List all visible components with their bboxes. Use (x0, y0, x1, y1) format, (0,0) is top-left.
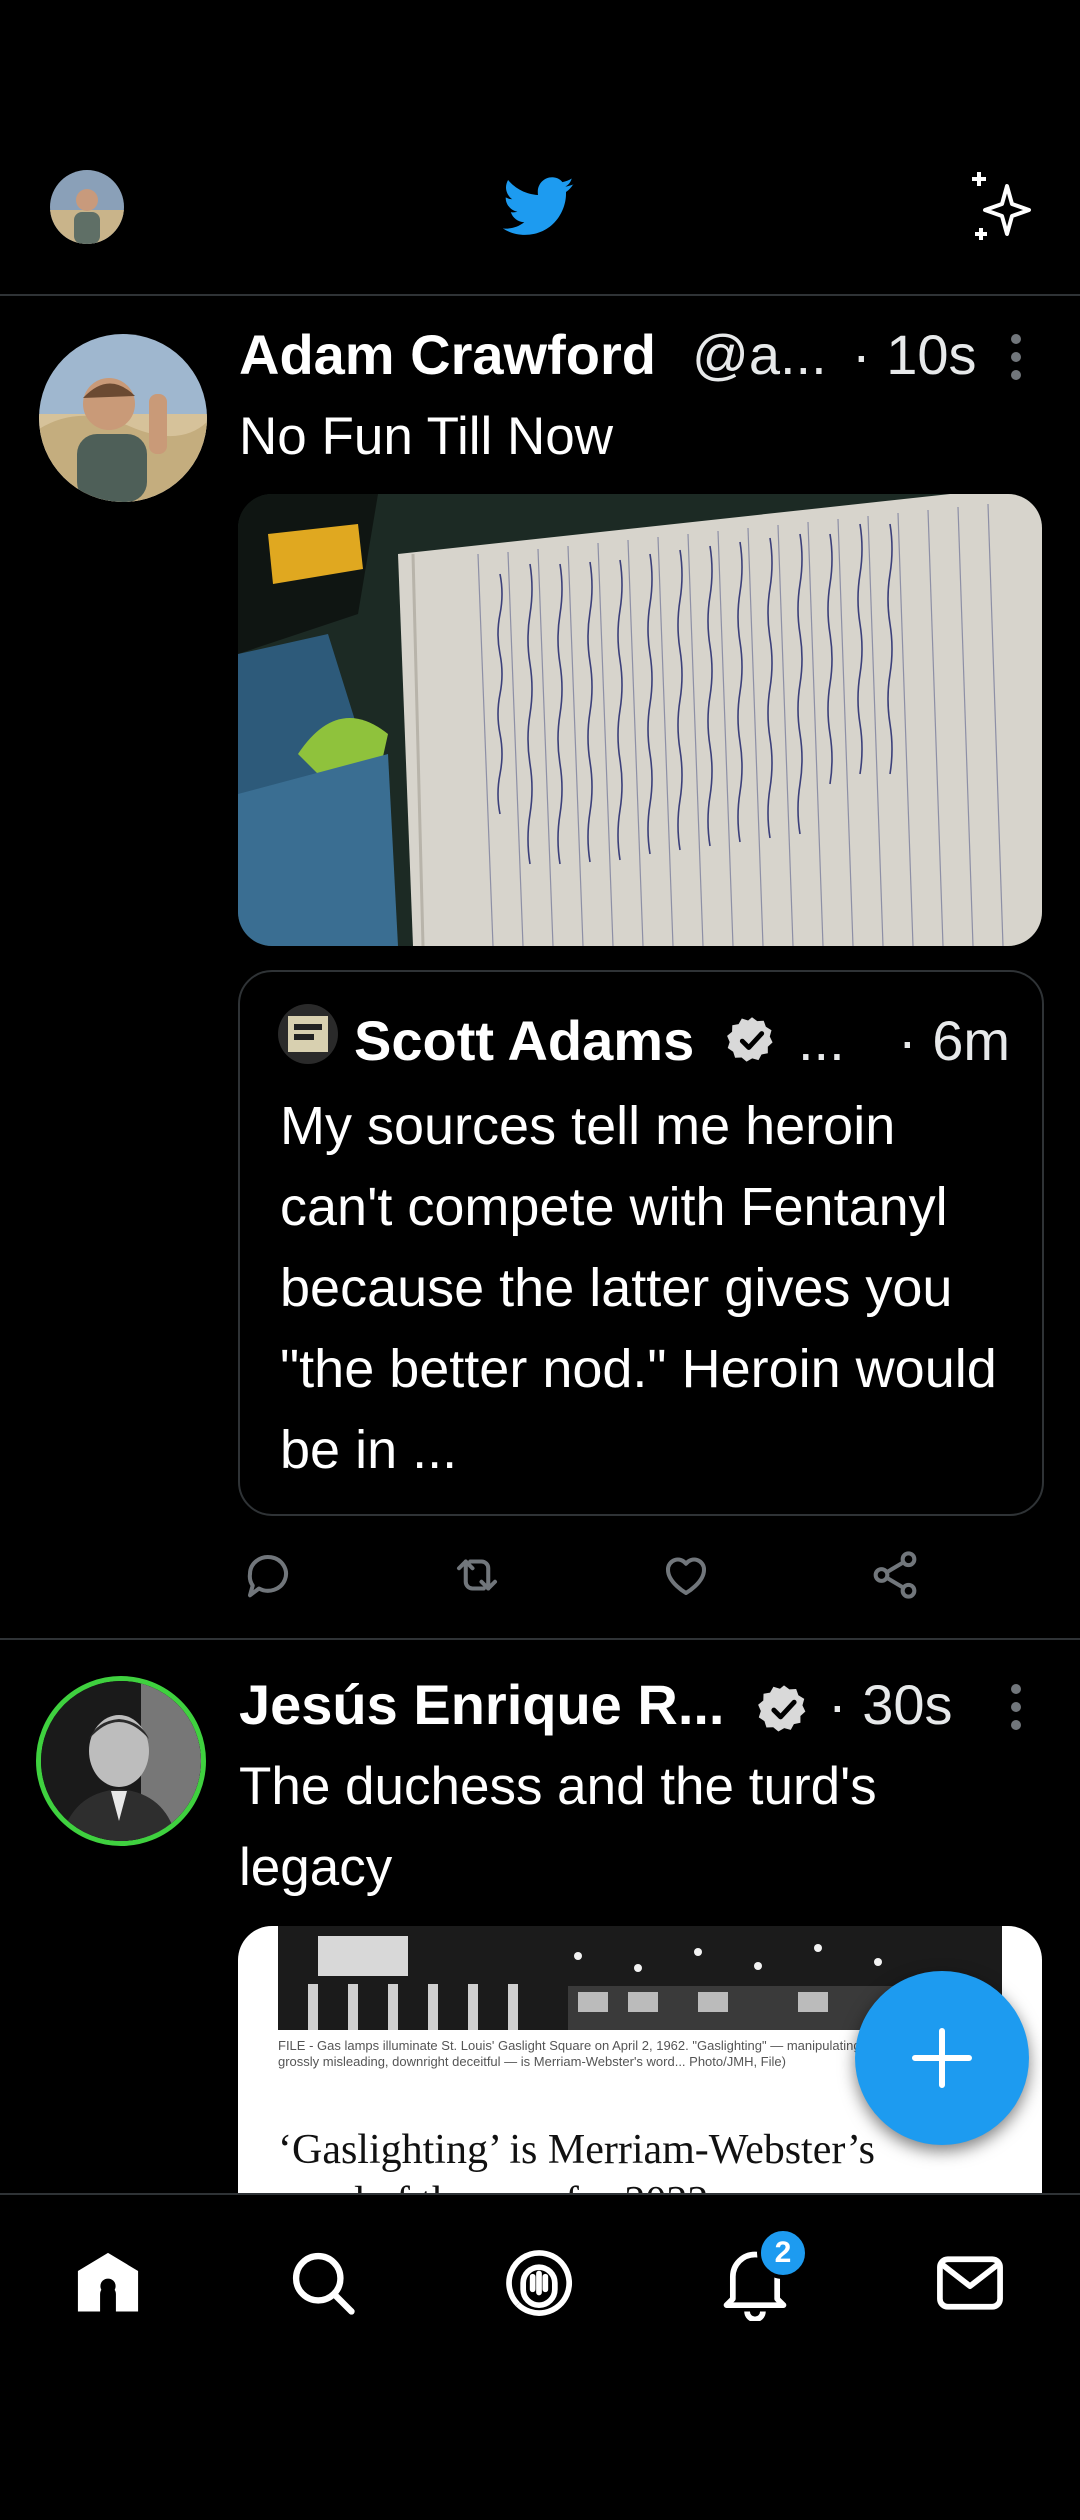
more-options-icon[interactable] (1009, 1682, 1023, 1732)
home-icon[interactable] (70, 2245, 146, 2321)
quoted-timestamp: · 6m (898, 1009, 1010, 1072)
verified-badge-icon (726, 1014, 778, 1066)
tweet-timestamp: · 10s (852, 323, 977, 386)
plus-icon (911, 2027, 973, 2089)
tweet-author-name[interactable]: Adam Crawford (239, 322, 656, 387)
profile-avatar[interactable] (50, 170, 124, 244)
quoted-author-avatar[interactable] (278, 1004, 338, 1064)
verified-badge-icon (757, 1682, 811, 1736)
tweet-author-avatar[interactable] (39, 334, 207, 502)
search-icon[interactable] (285, 2245, 361, 2321)
tweet-timestamp: · 30s (828, 1673, 953, 1736)
tweet-author-name[interactable]: Jesús Enrique R... (239, 1672, 725, 1737)
compose-tweet-button[interactable] (855, 1971, 1029, 2145)
sparkle-icon[interactable] (965, 168, 1041, 244)
quoted-tweet[interactable]: Scott Adams ... · 6m My sources tell me … (238, 970, 1044, 1516)
tweet-text-line: legacy (239, 1838, 393, 1897)
more-options-icon[interactable] (1009, 332, 1023, 382)
tweet-photo[interactable] (238, 494, 1042, 946)
tweet-author-avatar[interactable] (36, 1676, 206, 1846)
tweet-divider (0, 1638, 1080, 1640)
messages-icon[interactable] (932, 2245, 1008, 2321)
retweet-icon[interactable] (450, 1548, 504, 1602)
bottom-navigation: 2 (0, 2193, 1080, 2375)
quoted-author-handle[interactable]: ... (798, 1008, 845, 1073)
spaces-icon[interactable] (501, 2245, 577, 2321)
top-bar (0, 0, 1080, 296)
quoted-author-name[interactable]: Scott Adams (354, 1008, 694, 1073)
share-icon[interactable] (868, 1548, 922, 1602)
tweet-text-line: The duchess and the turd's (239, 1757, 877, 1816)
like-icon[interactable] (659, 1548, 713, 1602)
reply-icon[interactable] (241, 1548, 295, 1602)
twitter-bird-icon[interactable] (502, 176, 575, 238)
tweet-text: No Fun Till Now (239, 407, 614, 466)
tweet-author-handle[interactable]: @a... (692, 322, 827, 387)
notifications-badge: 2 (757, 2227, 809, 2279)
quoted-tweet-text: My sources tell me heroin can't compete … (280, 1096, 997, 1480)
link-card-caption: FILE - Gas lamps illuminate St. Louis' G… (278, 2038, 865, 2069)
